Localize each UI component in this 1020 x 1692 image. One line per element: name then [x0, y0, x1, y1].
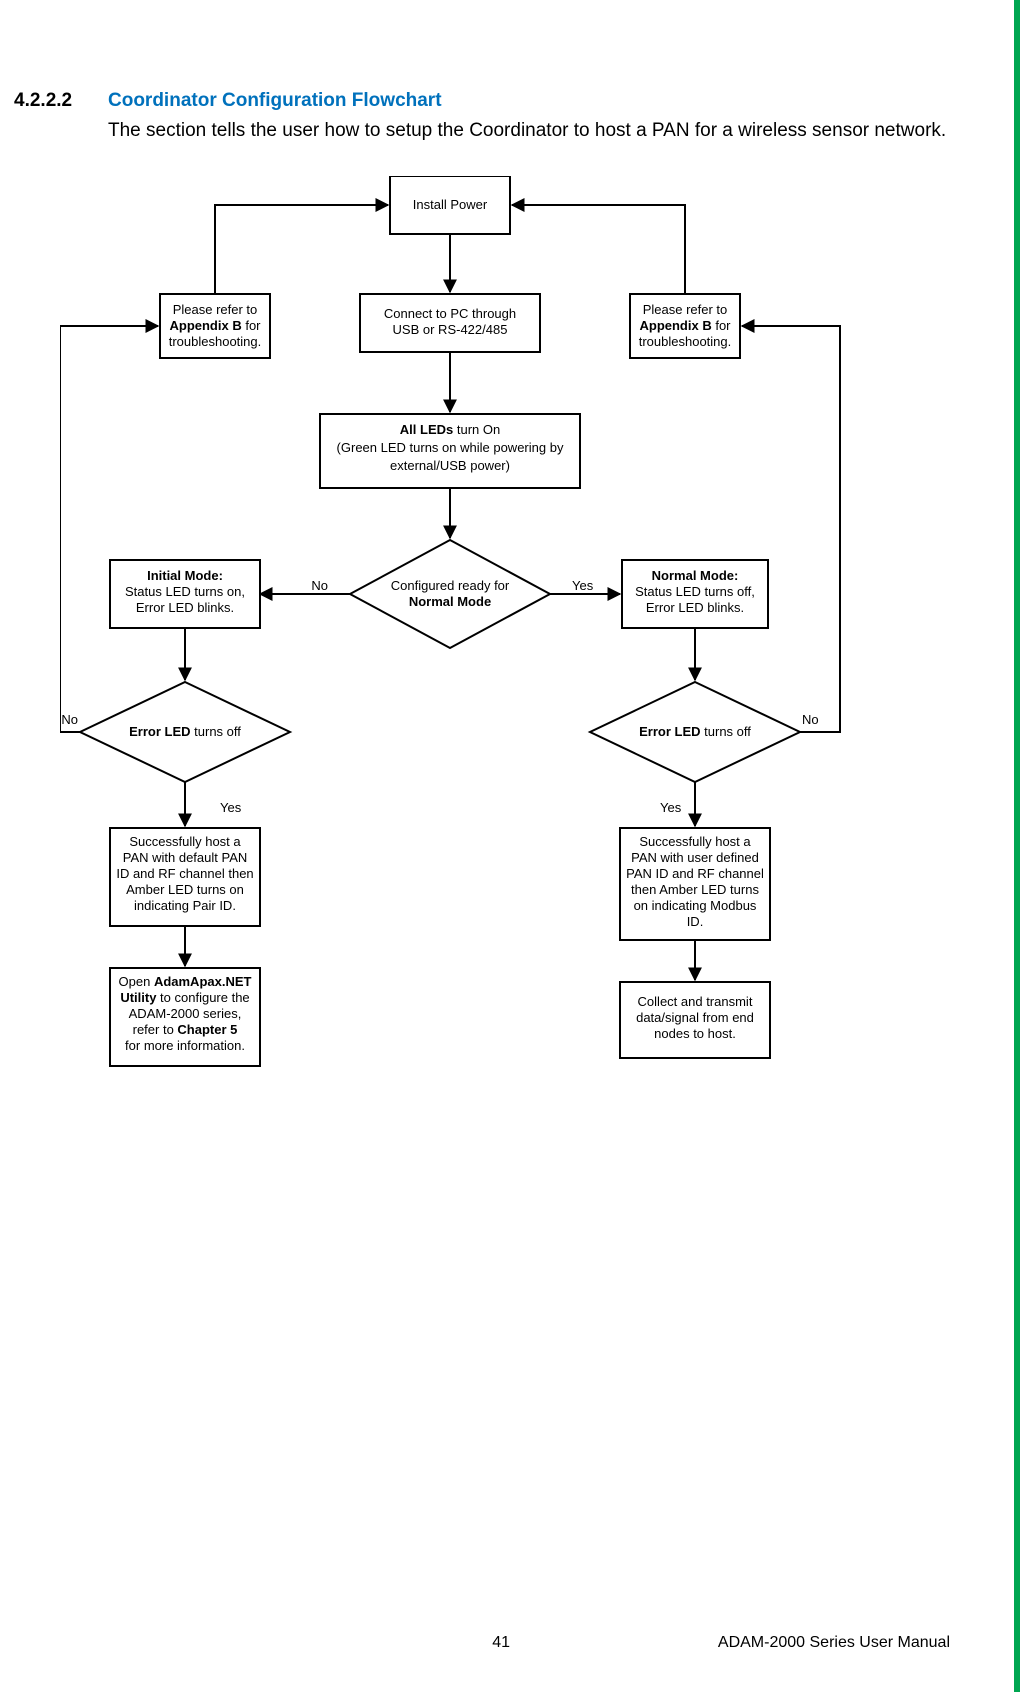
- svg-text:Normal Mode:: Normal Mode:: [652, 568, 739, 583]
- section-description: The section tells the user how to setup …: [108, 118, 948, 144]
- svg-text:ID and RF channel then: ID and RF channel then: [116, 866, 253, 881]
- edge-label-yes-left: Yes: [220, 800, 242, 815]
- section-title: Coordinator Configuration Flowchart: [108, 90, 442, 112]
- edge-label-no-right: No: [802, 712, 819, 727]
- svg-text:for more information.: for more information.: [125, 1038, 245, 1053]
- svg-text:Status LED turns on,: Status LED turns on,: [125, 584, 245, 599]
- svg-text:USB or RS-422/485: USB or RS-422/485: [393, 322, 508, 337]
- page-number: 41: [0, 1634, 510, 1652]
- svg-text:Error LED turns off: Error LED turns off: [129, 724, 241, 739]
- svg-text:Appendix B for: Appendix B for: [169, 318, 261, 333]
- text-install-power: Install Power: [413, 197, 488, 212]
- svg-text:refer to Chapter 5: refer to Chapter 5: [133, 1022, 238, 1037]
- svg-text:Error LED turns off: Error LED turns off: [639, 724, 751, 739]
- edge-label-no-left: No: [61, 712, 78, 727]
- svg-text:PAN with default PAN: PAN with default PAN: [123, 850, 248, 865]
- svg-text:(Green LED turns on while powe: (Green LED turns on while powering by: [337, 440, 564, 455]
- svg-text:Please refer to: Please refer to: [643, 302, 728, 317]
- svg-text:Successfully host a: Successfully host a: [639, 834, 751, 849]
- page-edge-accent: [1014, 0, 1020, 1692]
- svg-text:Connect to PC through: Connect to PC through: [384, 306, 516, 321]
- edge-label-no: No: [311, 578, 328, 593]
- flowchart: Install Power Connect to PC through USB …: [60, 176, 960, 1261]
- svg-text:Utility to configure the: Utility to configure the: [120, 990, 249, 1005]
- svg-text:ADAM-2000 series,: ADAM-2000 series,: [129, 1006, 242, 1021]
- section-number: 4.2.2.2: [14, 90, 72, 112]
- svg-text:Initial Mode:: Initial Mode:: [147, 568, 223, 583]
- edge-label-yes-right: Yes: [660, 800, 682, 815]
- svg-text:Please refer to: Please refer to: [173, 302, 258, 317]
- svg-text:Collect and transmit: Collect and transmit: [638, 994, 753, 1009]
- svg-text:troubleshooting.: troubleshooting.: [169, 334, 262, 349]
- svg-text:Error LED blinks.: Error LED blinks.: [136, 600, 234, 615]
- svg-text:Appendix B for: Appendix B for: [639, 318, 731, 333]
- svg-text:Configured ready for: Configured ready for: [391, 578, 510, 593]
- svg-text:PAN ID and RF channel: PAN ID and RF channel: [626, 866, 764, 881]
- svg-text:Successfully host a: Successfully host a: [129, 834, 241, 849]
- svg-text:troubleshooting.: troubleshooting.: [639, 334, 732, 349]
- svg-text:ID.: ID.: [687, 914, 704, 929]
- svg-text:then Amber LED turns: then Amber LED turns: [631, 882, 759, 897]
- svg-text:PAN with user defined: PAN with user defined: [631, 850, 759, 865]
- edge-label-yes: Yes: [572, 578, 594, 593]
- svg-text:data/signal from end: data/signal from end: [636, 1010, 754, 1025]
- doc-title: ADAM-2000 Series User Manual: [718, 1634, 950, 1652]
- svg-text:All LEDs turn On: All LEDs turn On: [400, 422, 500, 437]
- svg-text:indicating Pair ID.: indicating Pair ID.: [134, 898, 236, 913]
- svg-text:nodes to host.: nodes to host.: [654, 1026, 736, 1041]
- svg-text:Error LED blinks.: Error LED blinks.: [646, 600, 744, 615]
- svg-text:Amber LED turns on: Amber LED turns on: [126, 882, 244, 897]
- svg-text:Normal Mode: Normal Mode: [409, 594, 491, 609]
- svg-text:Status LED turns off,: Status LED turns off,: [635, 584, 755, 599]
- svg-text:Open AdamApax.NET: Open AdamApax.NET: [119, 974, 252, 989]
- svg-text:external/USB power): external/USB power): [390, 458, 510, 473]
- svg-text:on indicating Modbus: on indicating Modbus: [634, 898, 757, 913]
- page: 4.2.2.2 Coordinator Configuration Flowch…: [0, 0, 1020, 1692]
